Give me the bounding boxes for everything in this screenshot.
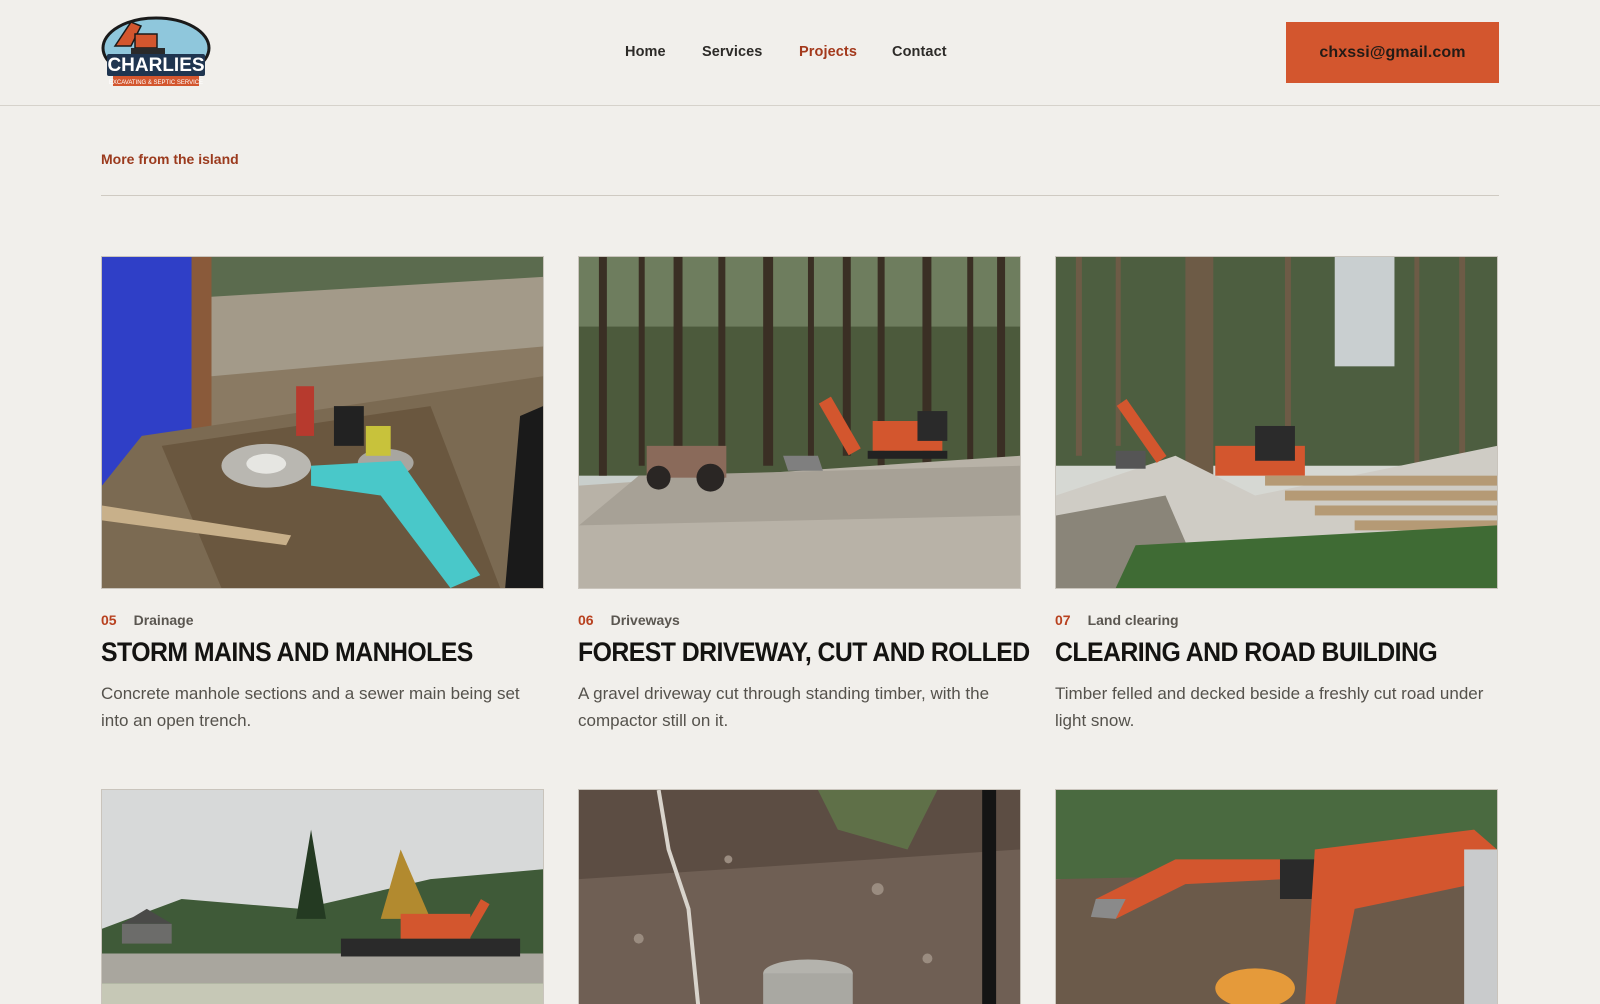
nav-home[interactable]: Home [625, 44, 666, 60]
section-eyebrow: More from the island [101, 151, 239, 167]
project-meta: 07 Land clearing [1055, 612, 1498, 628]
nav-services[interactable]: Services [702, 44, 762, 60]
project-photo-land-clearing[interactable] [1055, 256, 1498, 589]
project-card-07[interactable]: 07 Land clearing CLEARING AND ROAD BUILD… [1055, 256, 1498, 734]
email-button[interactable]: chxssi@gmail.com [1286, 22, 1499, 83]
project-photo-waterfront[interactable] [101, 789, 544, 1004]
project-description: Timber felled and decked beside a freshl… [1055, 684, 1484, 730]
project-number: 07 [1055, 612, 1071, 628]
project-card-06[interactable]: 06 Driveways FOREST DRIVEWAY, CUT AND RO… [578, 256, 1030, 734]
project-photo-drainage[interactable] [101, 256, 544, 589]
site-header: CHARLIES EXCAVATING & SEPTIC SERVICE Hom… [0, 0, 1600, 106]
project-photo-manhole-hillside[interactable] [578, 789, 1021, 1004]
project-title[interactable]: FOREST DRIVEWAY, CUT AND ROLLED [578, 637, 1030, 668]
project-meta: 05 Drainage [101, 612, 544, 628]
project-number: 05 [101, 612, 117, 628]
project-category: Land clearing [1087, 612, 1179, 628]
project-category: Drainage [133, 612, 194, 628]
section-divider [101, 195, 1499, 196]
project-description: A gravel driveway cut through standing t… [578, 684, 990, 730]
nav-contact[interactable]: Contact [892, 44, 947, 60]
nav-projects[interactable]: Projects [799, 44, 857, 60]
project-meta: 06 Driveways [578, 612, 1021, 628]
project-photo-excavators[interactable] [1055, 789, 1498, 1004]
project-card-05[interactable]: 05 Drainage STORM MAINS AND MANHOLES Con… [101, 256, 544, 734]
project-photo-driveways[interactable] [578, 256, 1021, 589]
project-title[interactable]: CLEARING AND ROAD BUILDING [1055, 637, 1463, 668]
logo-subtext: EXCAVATING & SEPTIC SERVICE [109, 80, 203, 86]
project-number: 06 [578, 612, 594, 628]
project-title[interactable]: STORM MAINS AND MANHOLES [101, 637, 509, 668]
project-category: Driveways [610, 612, 680, 628]
project-description: Concrete manhole sections and a sewer ma… [101, 684, 520, 730]
